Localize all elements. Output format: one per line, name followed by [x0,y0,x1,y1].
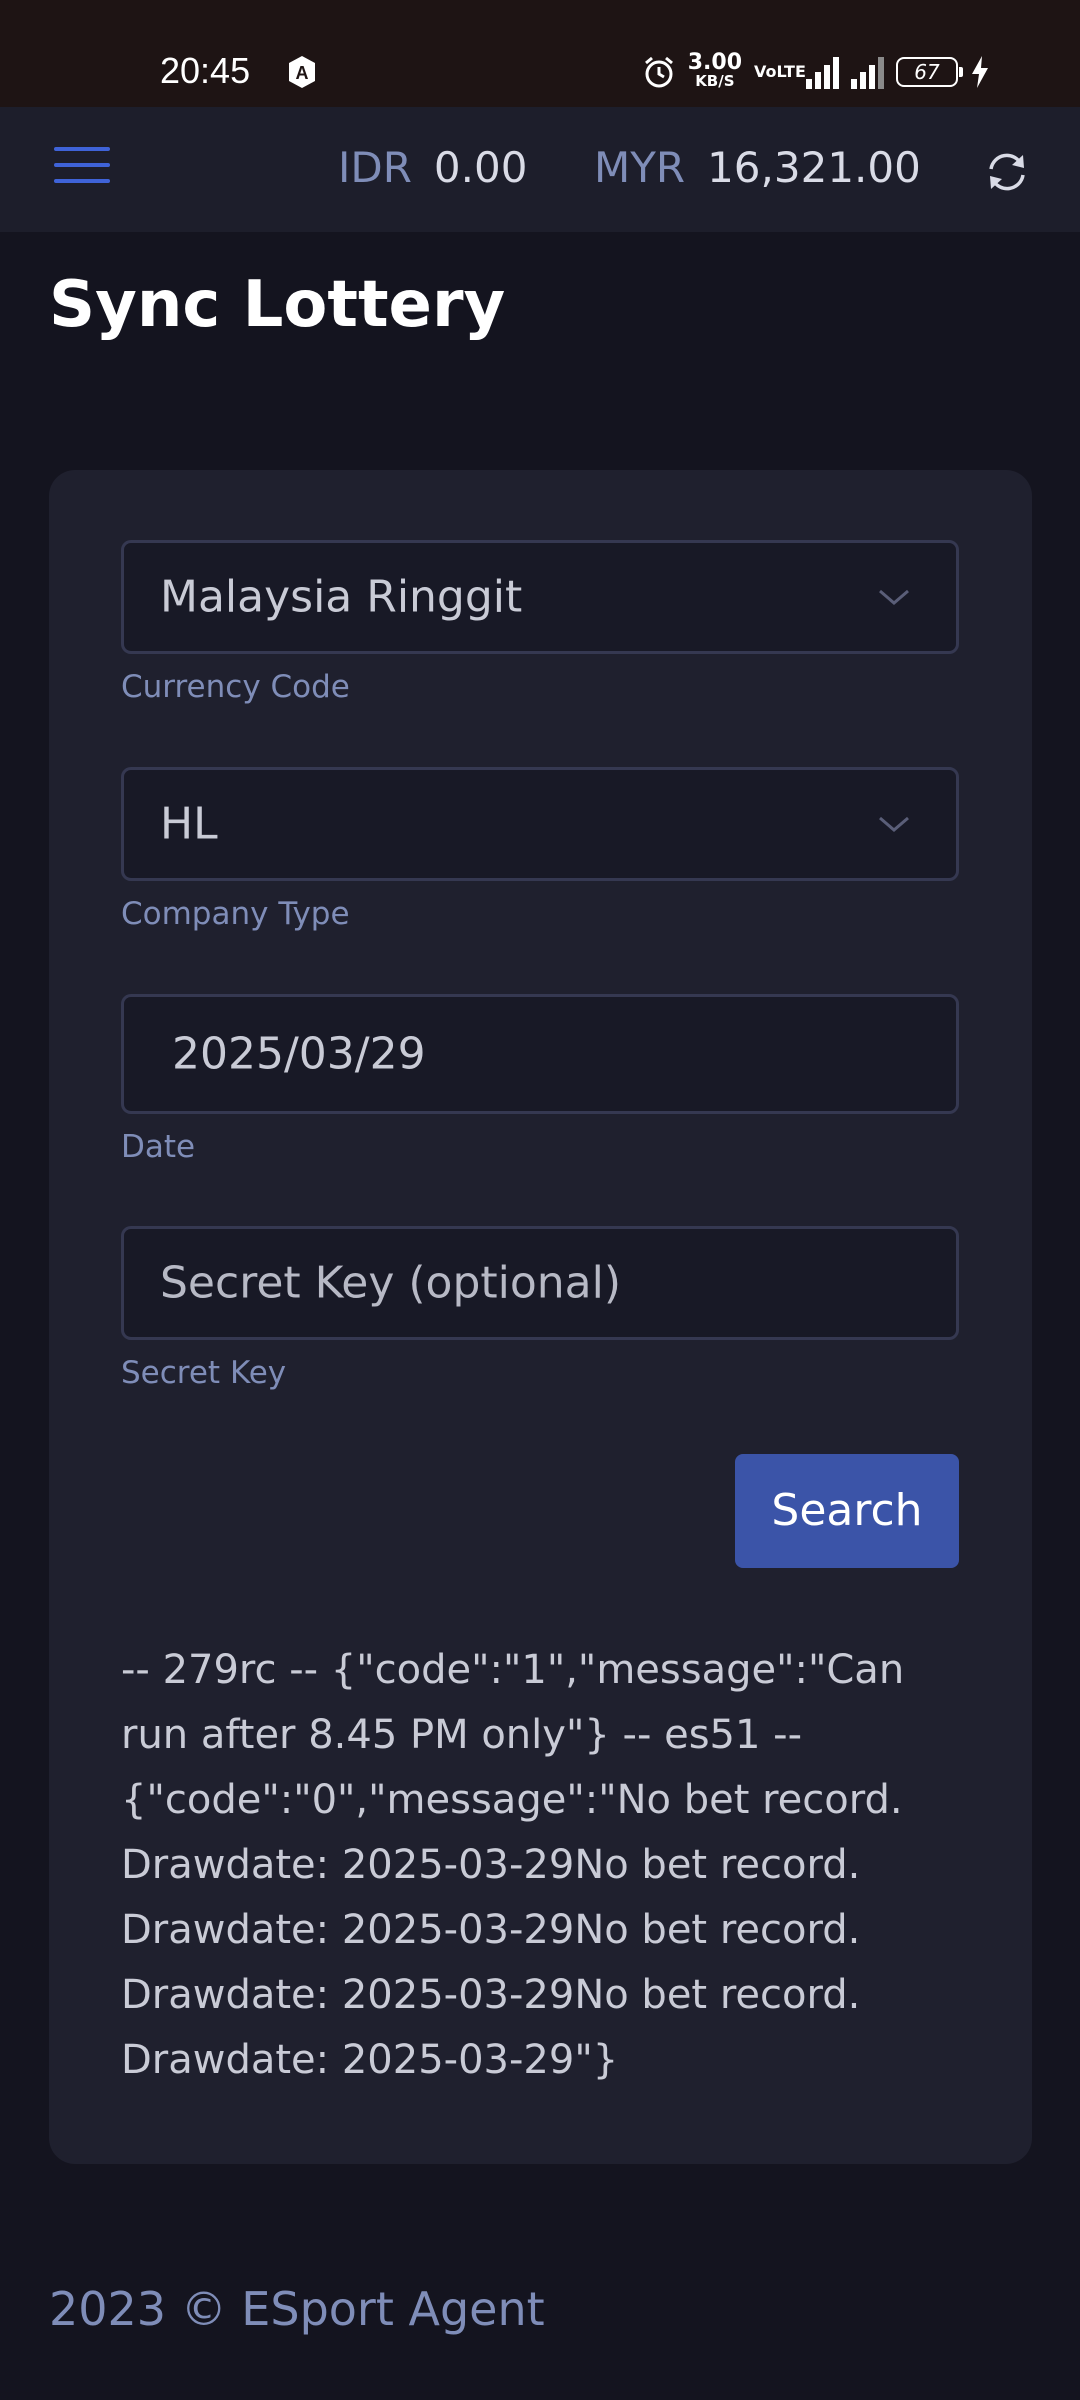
currency-select-value: Malaysia Ringgit [160,571,523,623]
secret-key-label: Secret Key [121,1355,287,1391]
company-select[interactable]: HL [121,767,959,881]
hamburger-icon [54,147,110,151]
currency-code-label: Currency Code [121,669,350,705]
refresh-icon[interactable] [982,147,1032,197]
balance-amount: 0.00 [433,143,528,192]
alarm-icon [644,56,673,88]
balance-idr: IDR 0.00 [338,143,527,192]
battery-icon: 67 [896,57,963,87]
page-title: Sync Lottery [49,268,506,342]
balance-amount: 16,321.00 [707,143,921,192]
sync-form-card: Malaysia Ringgit Currency Code HL Compan… [49,470,1032,2164]
top-app-bar: IDR 0.00 MYR 16,321.00 [0,107,1080,232]
menu-button[interactable] [54,147,110,193]
date-value: 2025/03/29 [172,1028,426,1080]
status-bar: 20:45 A 3.00 KB/S VoLTE 67 [0,0,1080,107]
date-field[interactable]: 2025/03/29 [121,994,959,1114]
footer-copyright: 2023 © ESport Agent [49,2282,545,2336]
chevron-down-icon [879,589,909,605]
sync-result-text: -- 279rc -- {"code":"1","message":"Can r… [121,1647,905,2083]
volte-indicator: VoLTE [754,62,806,81]
accessibility-icon: A [289,56,315,88]
status-time: 20:45 [160,50,251,91]
currency-label: IDR [338,143,412,192]
currency-select[interactable]: Malaysia Ringgit [121,540,959,654]
network-speed: 3.00 KB/S [687,50,742,91]
company-type-label: Company Type [121,896,350,932]
svg-text:A: A [296,63,309,83]
chevron-down-icon [879,816,909,832]
balance-myr: MYR 16,321.00 [594,143,921,192]
secret-key-placeholder: Secret Key (optional) [160,1257,622,1309]
currency-label: MYR [594,143,686,192]
company-select-value: HL [160,798,218,850]
secret-key-input[interactable]: Secret Key (optional) [121,1226,959,1340]
search-button[interactable]: Search [735,1454,959,1568]
charging-icon [972,56,988,88]
signal-icon [851,55,884,89]
date-label: Date [121,1129,196,1165]
signal-icon [806,55,839,89]
